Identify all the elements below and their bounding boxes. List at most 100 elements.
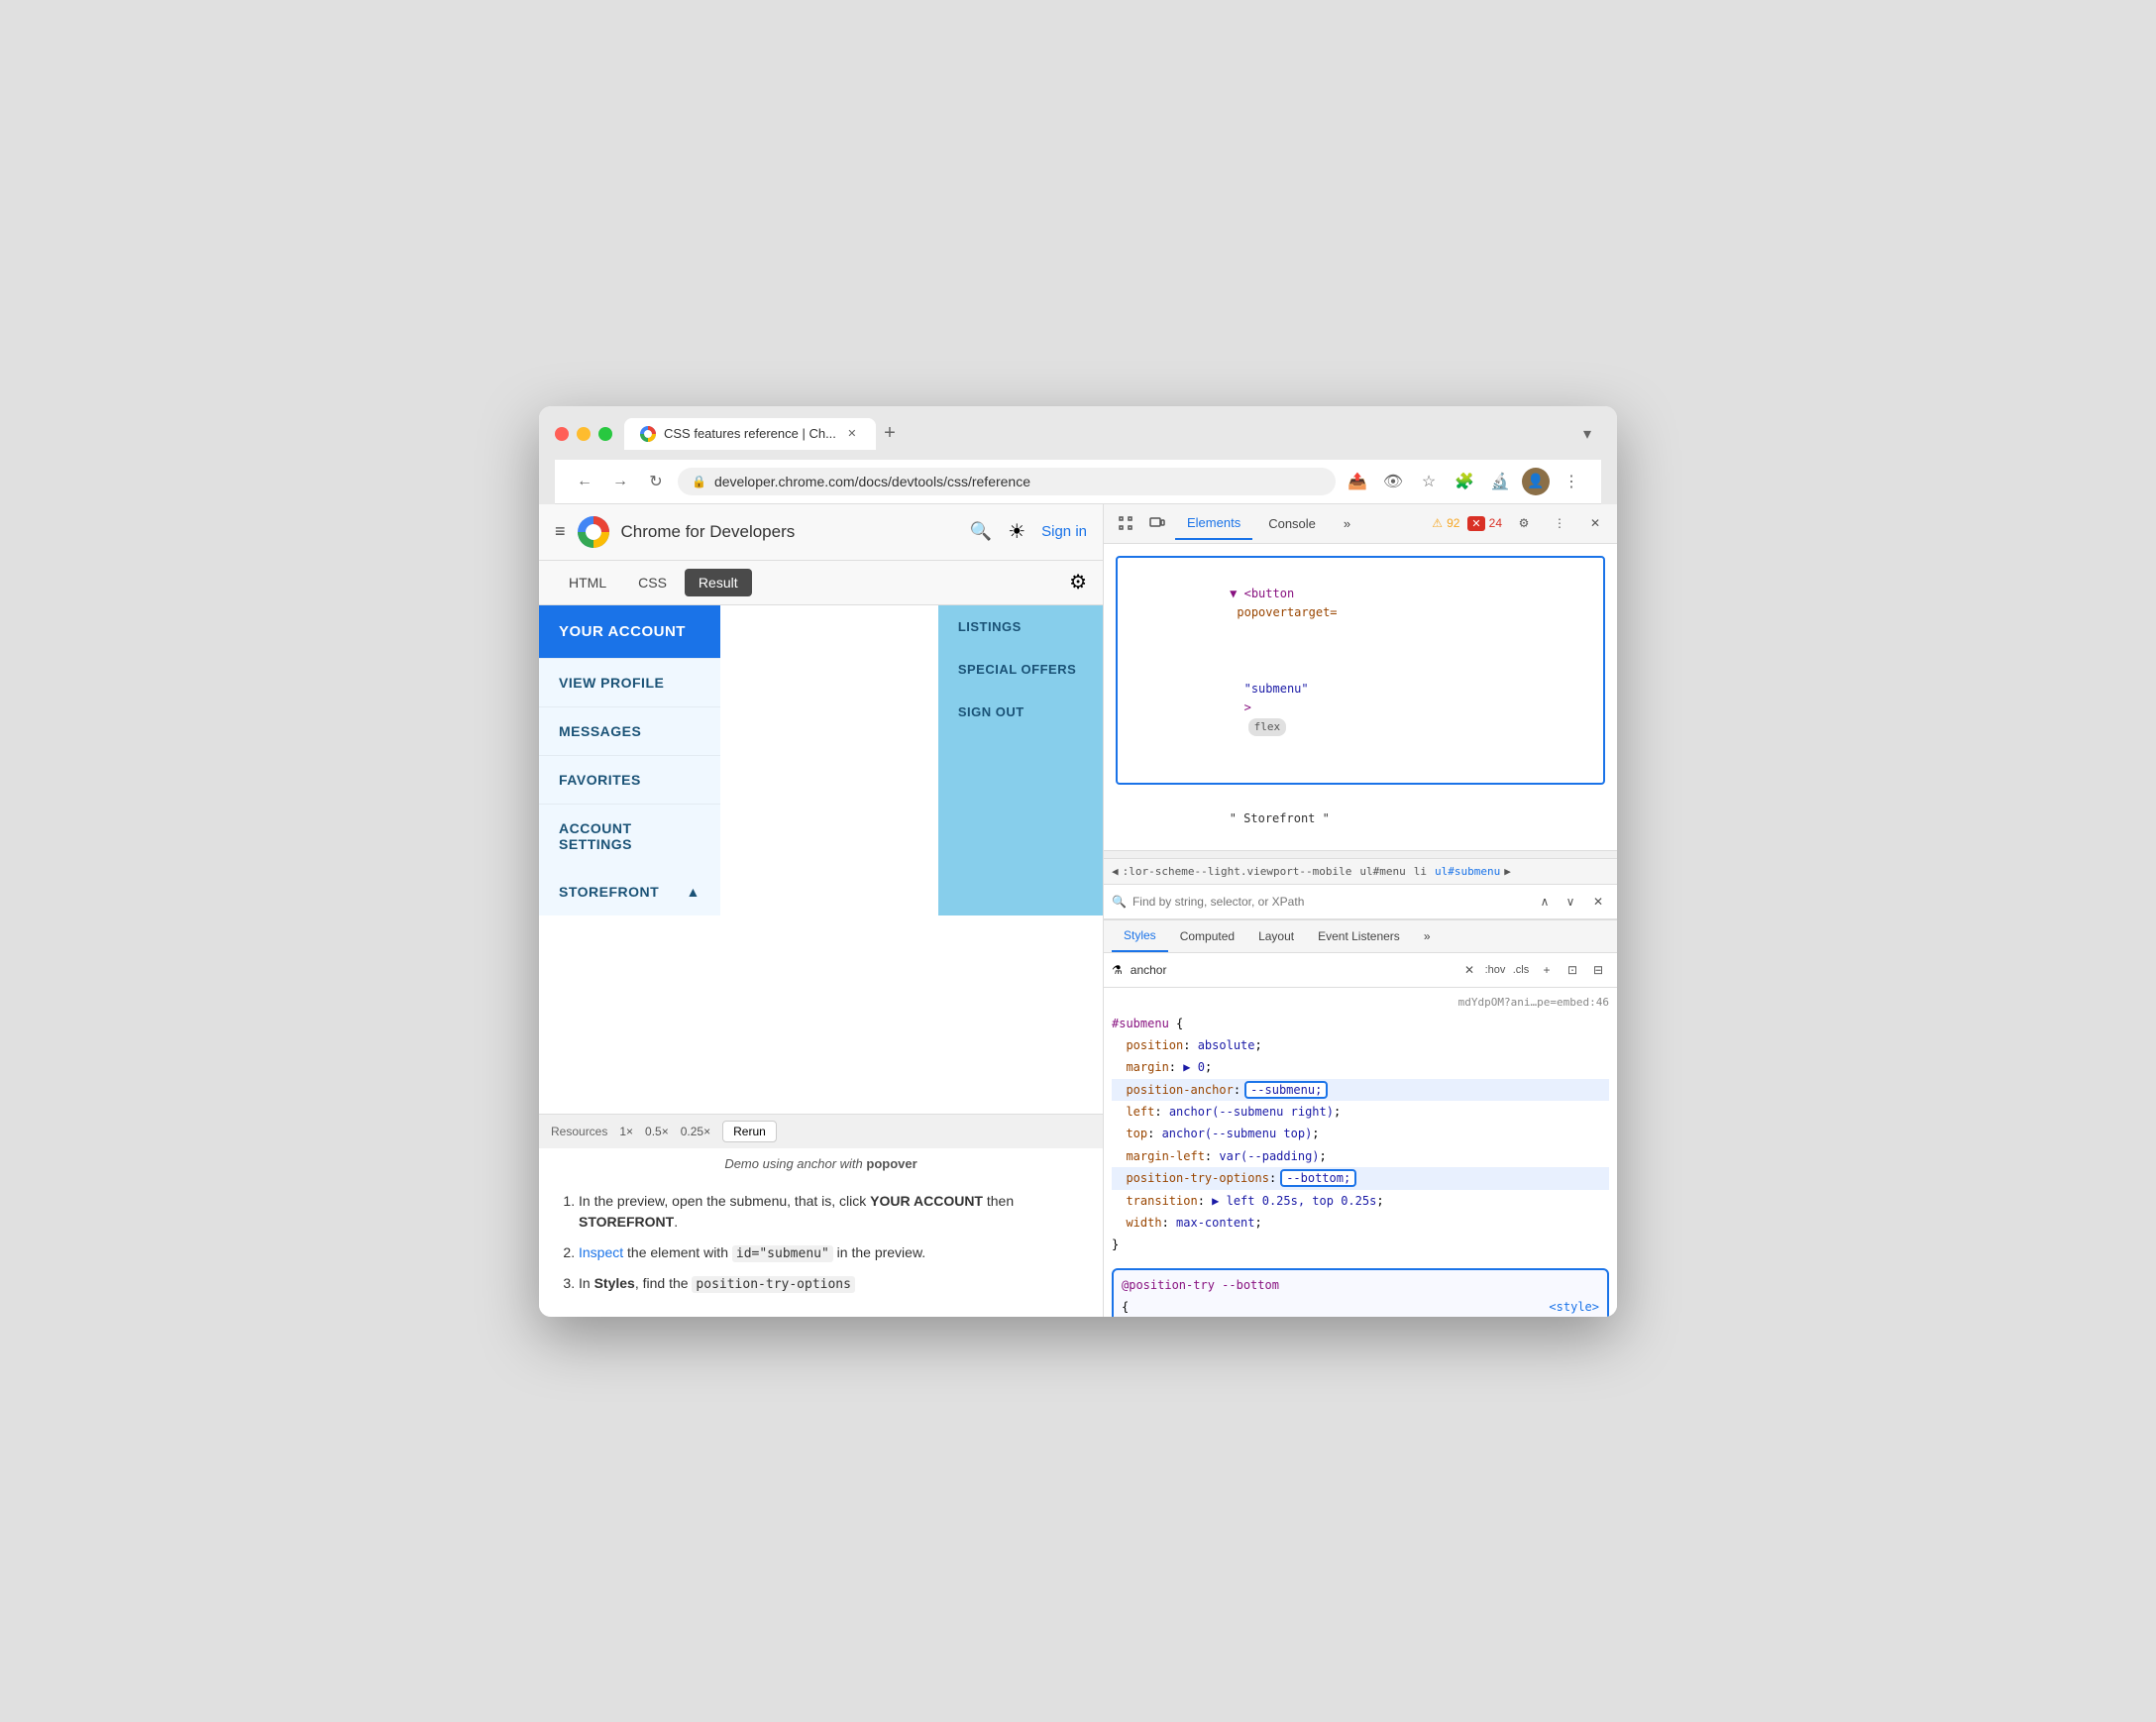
dropdown-button[interactable]: ▾ xyxy=(1573,420,1601,448)
forward-button[interactable]: → xyxy=(606,468,634,495)
filter-input[interactable] xyxy=(1131,963,1451,977)
more-styles-tabs[interactable]: » xyxy=(1412,921,1443,951)
zoom-1x-button[interactable]: 1× xyxy=(619,1125,633,1138)
breadcrumb-forward[interactable]: ▶ xyxy=(1504,865,1511,878)
minimize-button[interactable] xyxy=(577,427,591,441)
horizontal-scrollbar[interactable] xyxy=(1104,850,1617,858)
instruction-2-code: id="submenu" xyxy=(732,1245,833,1262)
header-actions: 🔍 ☀ Sign in xyxy=(970,519,1087,544)
add-style-button[interactable]: + xyxy=(1536,959,1558,981)
zoom-05-button[interactable]: 0.5× xyxy=(645,1125,669,1138)
css-content: mdYdpOM?ani…pe=embed:46 #submenu { posit… xyxy=(1104,988,1617,1317)
elements-tab[interactable]: Elements xyxy=(1175,507,1252,540)
elements-html: ▼ <button popovertarget= "submenu" > fle… xyxy=(1104,544,1617,850)
lens-button[interactable]: 👁 xyxy=(1379,468,1407,495)
error-badge: ✕ 24 xyxy=(1467,516,1502,531)
zoom-025-button[interactable]: 0.25× xyxy=(681,1125,710,1138)
listings-item[interactable]: LISTINGS xyxy=(938,605,1103,648)
element-search-input[interactable] xyxy=(1132,895,1528,909)
device-emulation-button[interactable] xyxy=(1143,509,1171,537)
error-count: 24 xyxy=(1489,516,1502,530)
event-listeners-tab[interactable]: Event Listeners xyxy=(1306,921,1412,951)
devtools-panel: Elements Console » ⚠ 92 ✕ 24 ⚙ ⋮ ✕ xyxy=(1104,504,1617,1317)
special-offers-item[interactable]: SPECIAL OFFERS xyxy=(938,648,1103,691)
breadcrumb-back[interactable]: ◀ xyxy=(1112,865,1119,878)
new-tab-button[interactable]: + xyxy=(876,420,904,448)
theme-toggle[interactable]: ☀ xyxy=(1008,519,1025,544)
html-tag: ▼ <button xyxy=(1230,587,1294,600)
warning-count: 92 xyxy=(1447,516,1459,530)
error-icon: ✕ xyxy=(1467,516,1484,531)
css-prop-width: width: max-content; xyxy=(1112,1212,1609,1234)
console-tab[interactable]: Console xyxy=(1256,508,1328,539)
active-tab[interactable]: CSS features reference | Ch... ✕ xyxy=(624,418,876,450)
breadcrumb-ul-menu[interactable]: ul#menu xyxy=(1359,865,1405,878)
breadcrumb-li[interactable]: li xyxy=(1414,865,1427,878)
devtools-toolbar: Elements Console » ⚠ 92 ✕ 24 ⚙ ⋮ ✕ xyxy=(1104,504,1617,544)
search-close-button[interactable]: ✕ xyxy=(1587,891,1609,913)
devtools-settings-button[interactable]: ⚙ xyxy=(1510,509,1538,537)
highlighted-element: ▼ <button popovertarget= "submenu" > fle… xyxy=(1116,556,1605,785)
bookmark-button[interactable]: ☆ xyxy=(1415,468,1443,495)
back-button[interactable]: ← xyxy=(571,468,598,495)
instruction-3-bold: Styles xyxy=(594,1275,635,1291)
element-picker-button[interactable] xyxy=(1112,509,1139,537)
favorites-item[interactable]: FAVORITES xyxy=(539,755,720,804)
styles-tab[interactable]: Styles xyxy=(1112,920,1168,952)
cast-button[interactable]: 📤 xyxy=(1344,468,1371,495)
layout-icon-button[interactable]: ⊡ xyxy=(1562,959,1583,981)
transition-prop: transition xyxy=(1112,1194,1198,1208)
reload-button[interactable]: ↻ xyxy=(642,468,670,495)
device-icon xyxy=(1149,515,1165,531)
search-up-arrow[interactable]: ∧ xyxy=(1534,891,1556,913)
left-prop: left xyxy=(1112,1105,1154,1119)
maximize-button[interactable] xyxy=(598,427,612,441)
html-text: " Storefront " xyxy=(1230,811,1330,825)
css-tab[interactable]: CSS xyxy=(624,569,681,596)
devtools-more-button[interactable]: ⋮ xyxy=(1546,509,1573,537)
result-tab[interactable]: Result xyxy=(685,569,752,596)
close-button[interactable] xyxy=(555,427,569,441)
clear-filter-button[interactable]: ✕ xyxy=(1458,959,1480,981)
search-down-arrow[interactable]: ∨ xyxy=(1560,891,1581,913)
profile-avatar[interactable]: 👤 xyxy=(1522,468,1550,495)
layout-tab[interactable]: Layout xyxy=(1246,921,1306,951)
more-tabs-button[interactable]: » xyxy=(1332,508,1362,539)
view-profile-item[interactable]: VIEW PROFILE xyxy=(539,658,720,706)
rerun-button[interactable]: Rerun xyxy=(722,1121,777,1142)
menu-button[interactable]: ⋮ xyxy=(1558,468,1585,495)
your-account-button[interactable]: YOUR ACCOUNT xyxy=(539,605,720,658)
site-header: ≡ Chrome for Developers 🔍 ☀ Sign in xyxy=(539,504,1103,561)
storefront-label: STOREFRONT xyxy=(559,884,659,900)
css-selector-line: #submenu { xyxy=(1112,1013,1609,1034)
cls-button[interactable]: .cls xyxy=(1510,959,1532,981)
devtools-close-button[interactable]: ✕ xyxy=(1581,509,1609,537)
hov-button[interactable]: :hov xyxy=(1484,959,1506,981)
extensions-button[interactable]: 🧩 xyxy=(1451,468,1478,495)
tab-close-button[interactable]: ✕ xyxy=(844,426,860,442)
position-try-block: @position-try --bottom { <style> ☑ margi… xyxy=(1112,1268,1609,1317)
css-close-brace: } xyxy=(1112,1234,1609,1255)
webpage-panel: ≡ Chrome for Developers 🔍 ☀ Sign in xyxy=(539,504,1104,1317)
demo-caption: Demo using anchor with popover xyxy=(539,1148,1103,1179)
breadcrumb-ul-submenu[interactable]: ul#submenu xyxy=(1435,865,1500,878)
search-button[interactable]: 🔍 xyxy=(970,521,992,542)
html-tab[interactable]: HTML xyxy=(555,569,620,596)
storefront-item[interactable]: STOREFRONT ▲ xyxy=(539,868,720,915)
sign-in-button[interactable]: Sign in xyxy=(1041,523,1087,540)
instruction-3: In Styles, find the position-try-options xyxy=(579,1273,1083,1295)
sign-out-item[interactable]: SIGN OUT xyxy=(938,691,1103,733)
address-bar[interactable]: 🔒 developer.chrome.com/docs/devtools/css… xyxy=(678,468,1336,495)
inspect-link[interactable]: Inspect xyxy=(579,1244,623,1260)
tab-title: CSS features reference | Ch... xyxy=(664,426,836,441)
computed-tab[interactable]: Computed xyxy=(1168,921,1246,951)
settings-icon[interactable]: ⚙ xyxy=(1069,570,1087,594)
width-prop: width xyxy=(1112,1216,1162,1230)
labs-button[interactable]: 🔬 xyxy=(1486,468,1514,495)
messages-item[interactable]: MESSAGES xyxy=(539,706,720,755)
toggle-icon-button[interactable]: ⊟ xyxy=(1587,959,1609,981)
account-settings-item[interactable]: ACCOUNT SETTINGS xyxy=(539,804,720,868)
css-prop-position-try: position-try-options: --bottom; xyxy=(1112,1167,1609,1189)
breadcrumb-color-scheme[interactable]: :lor-scheme--light.viewport--mobile xyxy=(1123,865,1352,878)
hamburger-icon[interactable]: ≡ xyxy=(555,521,566,542)
